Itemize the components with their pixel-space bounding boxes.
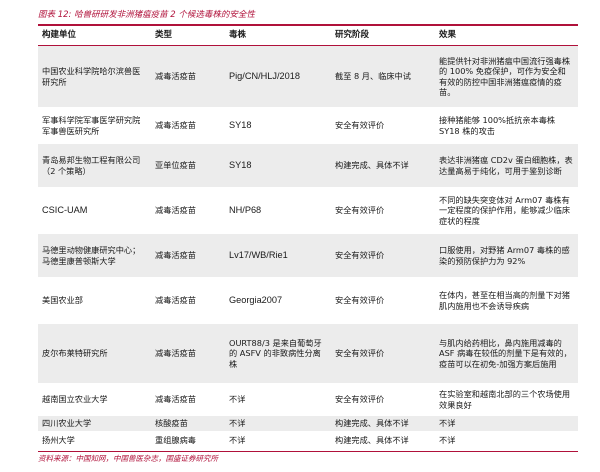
cell-type: 减毒活疫苗: [151, 233, 225, 278]
cell-strain: OURT88/3 是来自葡萄牙的 ASFV 的非致病性分离株: [225, 323, 331, 384]
cell-unit: 扬州大学: [38, 431, 151, 449]
cell-unit: 美国农业部: [38, 277, 151, 324]
cell-type: 减毒活疫苗: [151, 45, 225, 108]
cell-stage: 构建完成、具体不详: [331, 431, 435, 449]
cell-effect: 不详: [435, 415, 578, 432]
table-row: 扬州大学 重组腺病毒 不详 构建完成、具体不详 不详: [38, 431, 578, 449]
cell-type: 亚单位疫苗: [151, 143, 225, 188]
cell-stage: 安全有效评价: [331, 383, 435, 416]
cell-unit: 青岛易邦生物工程有限公司（2 个策略）: [38, 143, 151, 188]
cell-type: 减毒活疫苗: [151, 187, 225, 234]
cell-effect: 能提供针对非洲猪瘟中国流行强毒株的 100% 免疫保护，可作为安全和有效的防控中…: [435, 45, 578, 108]
cell-type: 减毒活疫苗: [151, 383, 225, 416]
table-row: 皮尔布莱特研究所 减毒活疫苗 OURT88/3 是来自葡萄牙的 ASFV 的非致…: [38, 323, 578, 384]
table-row: 四川农业大学 核酸疫苗 不详 构建完成、具体不详 不详: [38, 415, 578, 432]
column-header-strain: 毒株: [225, 26, 331, 46]
cell-strain: Pig/CN/HLJ/2018: [225, 45, 331, 108]
table-row: 马德里动物健康研究中心；马德里康普顿斯大学 减毒活疫苗 Lv17/WB/Rie1…: [38, 233, 578, 278]
column-header-type: 类型: [151, 26, 225, 46]
column-header-stage: 研究阶段: [331, 26, 435, 46]
cell-stage: 安全有效评价: [331, 107, 435, 144]
cell-stage: 构建完成、具体不详: [331, 143, 435, 188]
table-row: 越南国立农业大学 减毒活疫苗 不详 安全有效评价 在实验室和越南北部的三个农场使…: [38, 383, 578, 416]
cell-strain: Lv17/WB/Rie1: [225, 233, 331, 278]
vaccine-table: 构建单位 类型 毒株 研究阶段 效果 中国农业科学院哈尔滨兽医研究所 减毒活疫苗…: [38, 26, 578, 449]
cell-strain: SY18: [225, 143, 331, 188]
cell-effect: 与肌内给药相比，鼻内施用减毒的 ASF 病毒在较低的剂量下是有效的，疫苗可以在初…: [435, 323, 578, 384]
cell-effect: 在体内，甚至在相当高的剂量下对猪肌内施用也不会诱导疾病: [435, 277, 578, 324]
cell-strain: NH/P68: [225, 187, 331, 234]
table-row: 中国农业科学院哈尔滨兽医研究所 减毒活疫苗 Pig/CN/HLJ/2018 截至…: [38, 45, 578, 108]
header-row: 构建单位 类型 毒株 研究阶段 效果: [38, 26, 578, 46]
table-caption: 图表 12: 哈兽研研发非洲猪瘟疫苗 2 个候选毒株的安全性: [38, 10, 255, 20]
cell-unit: 皮尔布莱特研究所: [38, 323, 151, 384]
cell-strain: 不详: [225, 431, 331, 449]
cell-unit: 中国农业科学院哈尔滨兽医研究所: [38, 45, 151, 108]
cell-unit: CSIC-UAM: [38, 187, 151, 234]
cell-type: 重组腺病毒: [151, 431, 225, 449]
cell-strain: 不详: [225, 383, 331, 416]
cell-unit: 四川农业大学: [38, 415, 151, 432]
cell-unit: 军事科学院军事医学研究院军事兽医研究所: [38, 107, 151, 144]
cell-stage: 截至 8 月、临床中试: [331, 45, 435, 108]
table-row: CSIC-UAM 减毒活疫苗 NH/P68 安全有效评价 不同的缺失突变体对 A…: [38, 187, 578, 234]
cell-strain: 不详: [225, 415, 331, 432]
cell-stage: 构建完成、具体不详: [331, 415, 435, 432]
cell-stage: 安全有效评价: [331, 323, 435, 384]
column-header-unit: 构建单位: [38, 26, 151, 46]
cell-stage: 安全有效评价: [331, 233, 435, 278]
cell-unit: 马德里动物健康研究中心；马德里康普顿斯大学: [38, 233, 151, 278]
cell-type: 减毒活疫苗: [151, 323, 225, 384]
table-row: 军事科学院军事医学研究院军事兽医研究所 减毒活疫苗 SY18 安全有效评价 接种…: [38, 107, 578, 144]
cell-stage: 安全有效评价: [331, 187, 435, 234]
source-note: 资料来源：中国知网，中国兽医杂志，国盛证券研究所: [38, 454, 218, 463]
cell-effect: 不详: [435, 431, 578, 449]
column-header-effect: 效果: [435, 26, 578, 46]
cell-strain: SY18: [225, 107, 331, 144]
cell-type: 减毒活疫苗: [151, 277, 225, 324]
cell-strain: Georgia2007: [225, 277, 331, 324]
cell-type: 减毒活疫苗: [151, 107, 225, 144]
table-row: 美国农业部 减毒活疫苗 Georgia2007 安全有效评价 在体内，甚至在相当…: [38, 277, 578, 324]
cell-effect: 表达非洲猪瘟 CD2v 蛋白细胞株，表达量高易于纯化，可用于鉴别诊断: [435, 143, 578, 188]
cell-effect: 不同的缺失突变体对 Arm07 毒株有一定程度的保护作用，能够减少临床症状的程度: [435, 187, 578, 234]
cell-stage: 安全有效评价: [331, 277, 435, 324]
cell-effect: 口服使用，对野猪 Arm07 毒株的感染的预防保护力为 92%: [435, 233, 578, 278]
table-row: 青岛易邦生物工程有限公司（2 个策略） 亚单位疫苗 SY18 构建完成、具体不详…: [38, 143, 578, 188]
bottom-rule: [38, 451, 578, 452]
cell-unit: 越南国立农业大学: [38, 383, 151, 416]
cell-effect: 接种猪能够 100%抵抗亲本毒株 SY18 株的攻击: [435, 107, 578, 144]
cell-type: 核酸疫苗: [151, 415, 225, 432]
cell-effect: 在实验室和越南北部的三个农场使用效果良好: [435, 383, 578, 416]
